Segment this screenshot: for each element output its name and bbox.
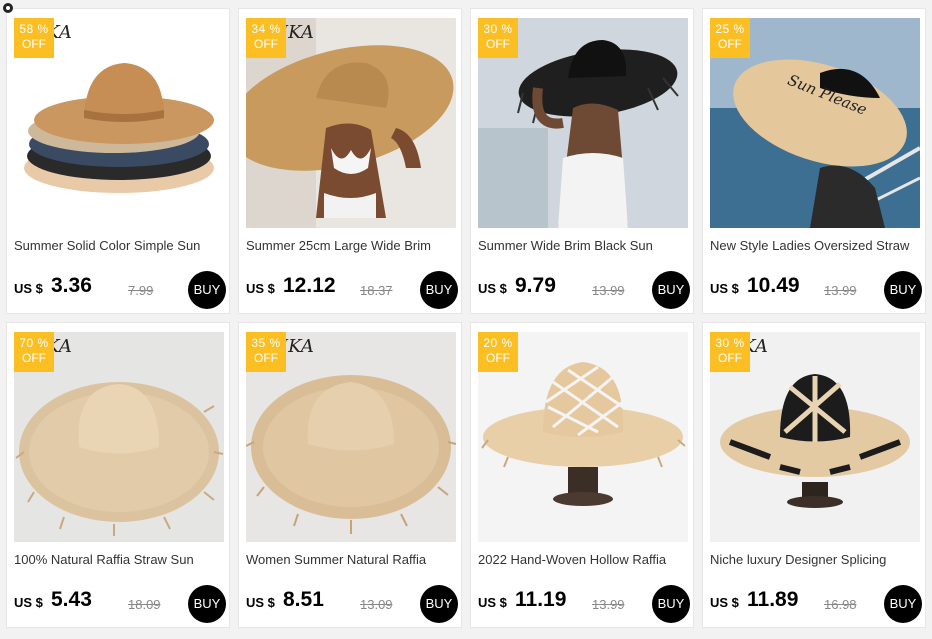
product-card[interactable]: 30 % OFF Summer Wide Brim Black Sun US $…: [470, 8, 694, 314]
discount-badge: 35 % OFF: [246, 332, 286, 372]
original-price: 13.09: [360, 597, 393, 612]
current-price: 11.19: [515, 588, 567, 611]
product-title[interactable]: 100% Natural Raffia Straw Sun: [14, 552, 226, 567]
original-price: 13.99: [592, 283, 625, 298]
price-row: US $ 9.79 13.99 BUY: [478, 271, 690, 309]
discount-badge: 70 % OFF: [14, 332, 54, 372]
currency-label: US $: [478, 281, 507, 296]
discount-badge: 58 % OFF: [14, 18, 54, 58]
product-card[interactable]: IKA 58 % OFF Summer Solid Color Simple S…: [6, 8, 230, 314]
off-label: OFF: [486, 351, 510, 365]
product-title[interactable]: Summer Wide Brim Black Sun: [478, 238, 690, 253]
discount-percent: 30 %: [483, 22, 513, 36]
off-label: OFF: [22, 351, 46, 365]
discount-percent: 34 %: [251, 22, 281, 36]
price-row: US $ 12.12 18.37 BUY: [246, 271, 458, 309]
off-label: OFF: [22, 37, 46, 51]
original-price: 18.37: [360, 283, 393, 298]
product-title[interactable]: Summer 25cm Large Wide Brim: [246, 238, 458, 253]
currency-label: US $: [478, 595, 507, 610]
price-row: US $ 11.19 13.99 BUY: [478, 585, 690, 623]
buy-button[interactable]: BUY: [884, 585, 922, 623]
off-label: OFF: [486, 37, 510, 51]
discount-percent: 25 %: [715, 22, 745, 36]
original-price: 13.99: [592, 597, 625, 612]
buy-button[interactable]: BUY: [188, 585, 226, 623]
current-price: 11.89: [747, 588, 799, 611]
current-price: 3.36: [51, 274, 92, 297]
original-price: 16.98: [824, 597, 857, 612]
currency-label: US $: [246, 595, 275, 610]
product-card[interactable]: IKA 70 % OFF 100% Natural Raffia Straw S…: [6, 322, 230, 628]
buy-button[interactable]: BUY: [188, 271, 226, 309]
product-card[interactable]: 20 % OFF 2022 Hand-Woven Hollow Raffia U…: [470, 322, 694, 628]
off-label: OFF: [718, 37, 742, 51]
current-price: 12.12: [283, 274, 336, 297]
original-price: 13.99: [824, 283, 857, 298]
buy-button[interactable]: BUY: [420, 585, 458, 623]
current-price: 8.51: [283, 588, 324, 611]
discount-percent: 35 %: [251, 336, 281, 350]
current-price: 10.49: [747, 274, 800, 297]
off-label: OFF: [718, 351, 742, 365]
product-title[interactable]: New Style Ladies Oversized Straw: [710, 238, 922, 253]
discount-badge: 20 % OFF: [478, 332, 518, 372]
buy-button[interactable]: BUY: [420, 271, 458, 309]
product-title[interactable]: Niche luxury Designer Splicing: [710, 552, 922, 567]
discount-badge: 25 % OFF: [710, 18, 750, 58]
product-title[interactable]: Summer Solid Color Simple Sun: [14, 238, 226, 253]
price-row: US $ 11.89 16.98 BUY: [710, 585, 922, 623]
discount-badge: 30 % OFF: [710, 332, 750, 372]
currency-label: US $: [14, 595, 43, 610]
discount-badge: 30 % OFF: [478, 18, 518, 58]
buy-button[interactable]: BUY: [652, 271, 690, 309]
product-grid: IKA 58 % OFF Summer Solid Color Simple S…: [6, 8, 926, 628]
product-card[interactable]: IKA 35 % OFF Women Summer Natural Raffia…: [238, 322, 462, 628]
discount-percent: 70 %: [19, 336, 49, 350]
discount-percent: 30 %: [715, 336, 745, 350]
buy-button[interactable]: BUY: [652, 585, 690, 623]
price-row: US $ 5.43 18.09 BUY: [14, 585, 226, 623]
product-title[interactable]: Women Summer Natural Raffia: [246, 552, 458, 567]
price-row: US $ 3.36 7.99 BUY: [14, 271, 226, 309]
off-label: OFF: [254, 351, 278, 365]
discount-percent: 58 %: [19, 22, 49, 36]
currency-label: US $: [246, 281, 275, 296]
currency-label: US $: [710, 281, 739, 296]
current-price: 5.43: [51, 588, 92, 611]
off-label: OFF: [254, 37, 278, 51]
currency-label: US $: [14, 281, 43, 296]
gear-icon: [3, 3, 13, 13]
product-card[interactable]: IKA 34 % OFF Summer 25cm Large Wide Brim…: [238, 8, 462, 314]
price-row: US $ 8.51 13.09 BUY: [246, 585, 458, 623]
product-title[interactable]: 2022 Hand-Woven Hollow Raffia: [478, 552, 690, 567]
currency-label: US $: [710, 595, 739, 610]
product-card[interactable]: IKA 30 % OFF Niche luxury Designer Splic…: [702, 322, 926, 628]
discount-percent: 20 %: [483, 336, 513, 350]
original-price: 18.09: [128, 597, 161, 612]
product-card[interactable]: Sun Please 25 % OFF New Style Ladies Ove…: [702, 8, 926, 314]
buy-button[interactable]: BUY: [884, 271, 922, 309]
price-row: US $ 10.49 13.99 BUY: [710, 271, 922, 309]
current-price: 9.79: [515, 274, 556, 297]
discount-badge: 34 % OFF: [246, 18, 286, 58]
original-price: 7.99: [128, 283, 154, 298]
